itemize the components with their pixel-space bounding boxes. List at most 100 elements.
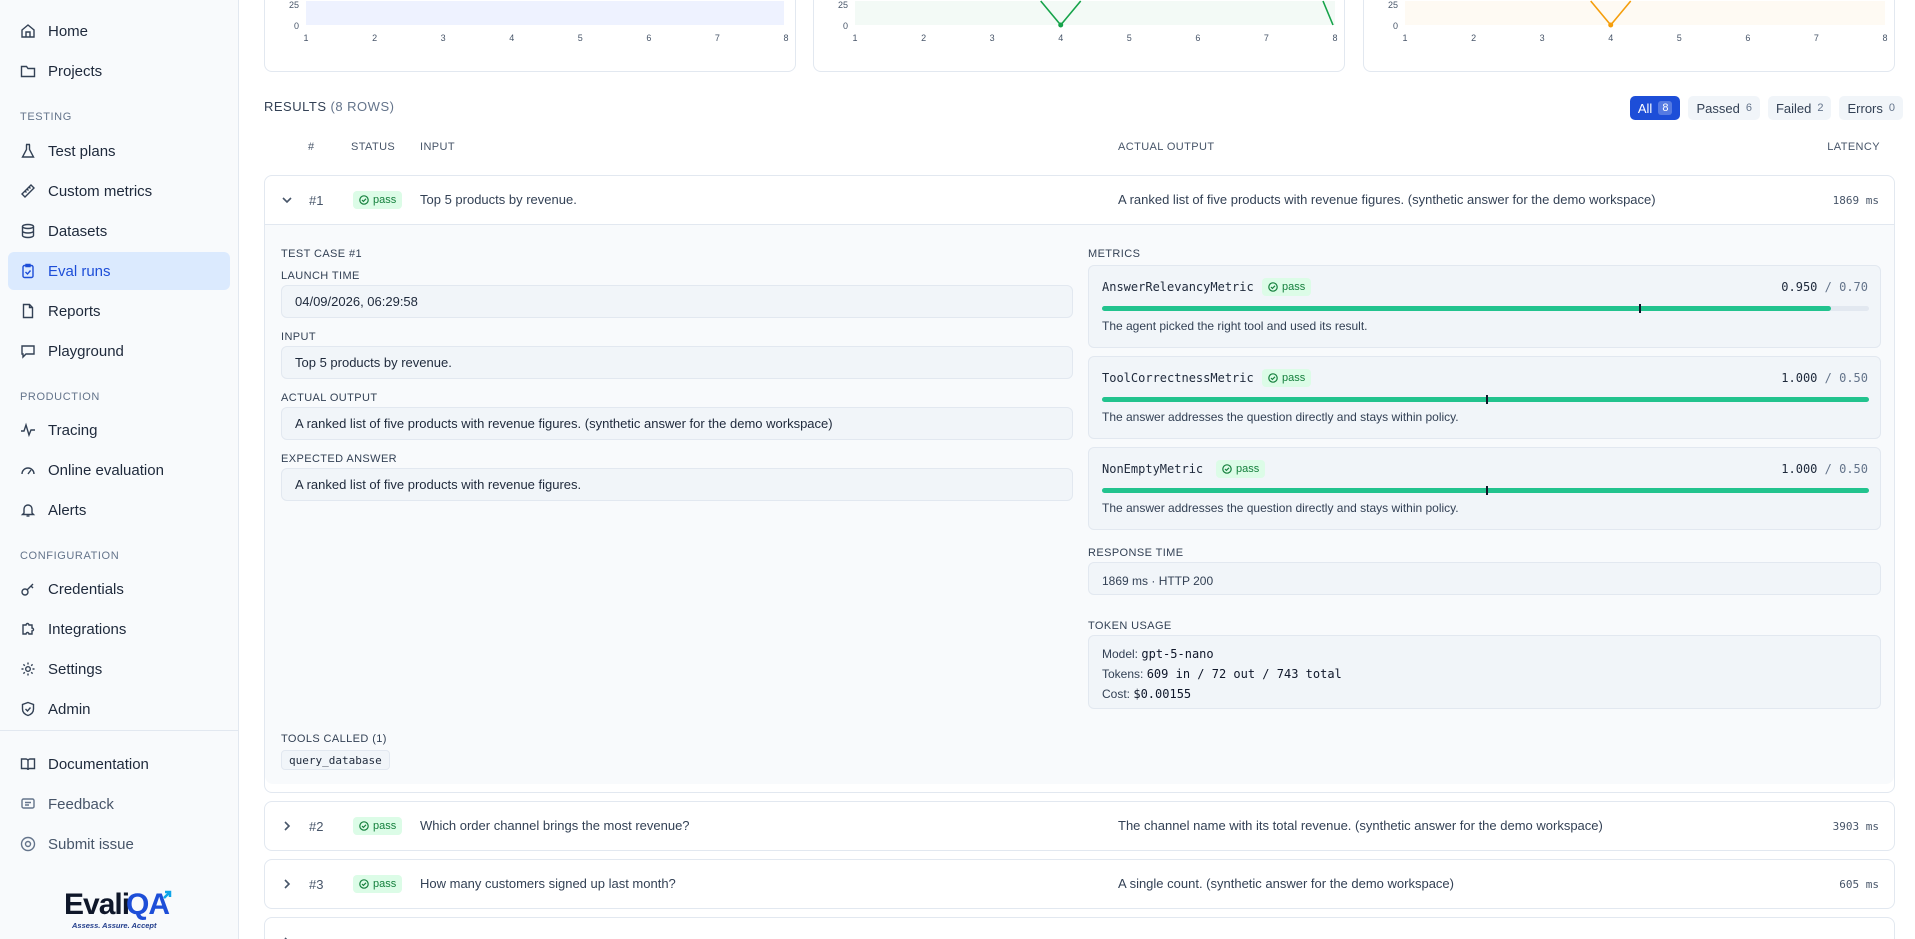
cost-line: Cost: $0.00155 <box>1102 684 1867 704</box>
chevron-right-icon[interactable] <box>279 818 295 834</box>
row-summary[interactable]: #1 pass Top 5 products by revenue. A ran… <box>265 176 1894 224</box>
x-tick-label: 8 <box>1882 33 1887 43</box>
sidebar-item-custom-metrics[interactable]: Custom metrics <box>8 172 230 210</box>
cost-value: $0.00155 <box>1133 687 1192 701</box>
sidebar-item-label: Submit issue <box>48 835 134 853</box>
x-tick-label: 6 <box>646 33 651 43</box>
help-icon <box>20 836 36 852</box>
chart-2: 25 01 2 3 4 5 6 7 8 <box>838 0 1338 43</box>
svg-text:Assess. Assure. Accept: Assess. Assure. Accept <box>71 921 157 930</box>
filter-errors[interactable]: Errors 0 <box>1839 96 1903 120</box>
actual-output-label: ACTUAL OUTPUT <box>281 392 378 404</box>
key-icon <box>20 581 36 597</box>
column-header-num: # <box>308 141 315 153</box>
sidebar-item-home[interactable]: Home <box>8 12 230 50</box>
sidebar-item-label: Projects <box>48 62 103 80</box>
chevron-right-icon[interactable] <box>279 934 295 939</box>
sidebar-item-integrations[interactable]: Integrations <box>8 610 230 648</box>
sidebar-item-alerts[interactable]: Alerts <box>8 491 230 529</box>
score-threshold: / 0.50 <box>1824 462 1868 476</box>
metric-card: ToolCorrectnessMetric pass 1.000 / 0.50 … <box>1088 356 1881 439</box>
sidebar-item-submit-issue[interactable]: Submit issue <box>8 825 230 863</box>
status-badge: pass <box>1262 369 1312 387</box>
chevron-right-icon[interactable] <box>279 876 295 892</box>
score-value: 0.950 <box>1781 280 1818 294</box>
filter-count: 2 <box>1817 102 1824 114</box>
x-tick-label: 2 <box>1471 33 1476 43</box>
sidebar-item-label: Alerts <box>48 501 87 519</box>
sidebar-item-playground[interactable]: Playground <box>8 332 230 370</box>
table-row[interactable]: #2 pass Which order channel brings the m… <box>264 801 1895 851</box>
filter-label: Failed <box>1775 100 1812 116</box>
sidebar-item-credentials[interactable]: Credentials <box>8 570 230 608</box>
status-label: pass <box>373 194 397 206</box>
table-row[interactable]: #3 pass How many customers signed up las… <box>264 859 1895 909</box>
sidebar-item-documentation[interactable]: Documentation <box>8 745 230 783</box>
check-circle-icon <box>359 821 369 831</box>
sidebar: Home Projects TESTING Test plans Custom … <box>0 0 239 939</box>
chart-1: 25 01 2 3 4 5 6 7 8 <box>289 0 789 43</box>
sidebar-item-reports[interactable]: Reports <box>8 292 230 330</box>
check-circle-icon <box>359 195 369 205</box>
filter-passed[interactable]: Passed 6 <box>1688 96 1760 120</box>
sidebar-item-test-plans[interactable]: Test plans <box>8 132 230 170</box>
status-badge: pass <box>353 875 403 893</box>
x-tick-label: 4 <box>1058 33 1063 43</box>
sidebar-item-datasets[interactable]: Datasets <box>8 212 230 250</box>
sidebar-item-online-evaluation[interactable]: Online evaluation <box>8 451 230 489</box>
launch-time-field: 04/09/2026, 06:29:58 <box>281 285 1073 318</box>
sidebar-item-eval-runs[interactable]: Eval runs <box>8 252 230 290</box>
x-tick-label: 7 <box>1264 33 1269 43</box>
sidebar-item-settings[interactable]: Settings <box>8 650 230 688</box>
gauge-icon <box>20 462 36 478</box>
x-tick-label: 8 <box>783 33 788 43</box>
chevron-down-icon[interactable] <box>279 192 295 208</box>
sidebar-item-admin[interactable]: Admin <box>8 690 230 728</box>
chart-point <box>1058 22 1064 28</box>
status-label: pass <box>373 820 397 832</box>
x-tick-label: 7 <box>715 33 720 43</box>
metric-name: ToolCorrectnessMetric <box>1102 371 1254 385</box>
row-latency: 3903 ms <box>1832 820 1879 833</box>
filter-count: 6 <box>1745 102 1752 114</box>
y-tick-label: 25 <box>1388 0 1398 10</box>
x-tick-label: 1 <box>303 33 308 43</box>
x-tick-label: 6 <box>1195 33 1200 43</box>
detail-title: TEST CASE #1 <box>281 248 363 260</box>
filter-count: 0 <box>1888 102 1895 114</box>
sidebar-divider <box>0 730 239 731</box>
status-label: pass <box>1236 463 1260 475</box>
main-content: 25 0 1 2 3 4 5 6 7 8 25 0 1 2 3 4 5 6 7 8 25 0 1 2 3 4 5 6 7 8 RESU… <box>239 0 1915 939</box>
file-icon <box>20 303 36 319</box>
column-header-output: ACTUAL OUTPUT <box>1118 141 1215 153</box>
chart-area <box>306 1 784 25</box>
x-tick-label: 2 <box>372 33 377 43</box>
x-tick-label: 5 <box>1127 33 1132 43</box>
score-bar <box>1102 304 1869 313</box>
filter-label: Errors <box>1847 100 1883 116</box>
filter-all[interactable]: All 8 <box>1629 96 1681 120</box>
model-value: gpt-5-nano <box>1141 647 1214 661</box>
x-tick-label: 3 <box>990 33 995 43</box>
sidebar-item-tracing[interactable]: Tracing <box>8 411 230 449</box>
filter-failed[interactable]: Failed 2 <box>1767 96 1832 120</box>
score-threshold: / 0.70 <box>1824 280 1868 294</box>
sidebar-item-feedback[interactable]: Feedback <box>8 785 230 823</box>
status-badge: pass <box>353 817 403 835</box>
sidebar-item-label: Eval runs <box>48 262 111 280</box>
row-number: #2 <box>309 819 324 834</box>
chart-card-3: 25 0 1 2 3 4 5 6 7 8 <box>1363 0 1895 72</box>
sidebar-item-projects[interactable]: Projects <box>8 52 230 90</box>
x-tick-label: 3 <box>441 33 446 43</box>
sidebar-item-label: Admin <box>48 700 91 718</box>
x-tick-label: 2 <box>921 33 926 43</box>
chart-area <box>855 1 1335 25</box>
metrics-label: METRICS <box>1088 248 1141 260</box>
flask-icon <box>20 143 36 159</box>
sidebar-item-label: Feedback <box>48 795 114 813</box>
table-row[interactable] <box>264 917 1895 939</box>
sidebar-item-label: Integrations <box>48 620 127 638</box>
column-header-status: STATUS <box>351 141 396 153</box>
gear-icon <box>20 661 36 677</box>
input-field: Top 5 products by revenue. <box>281 346 1073 379</box>
